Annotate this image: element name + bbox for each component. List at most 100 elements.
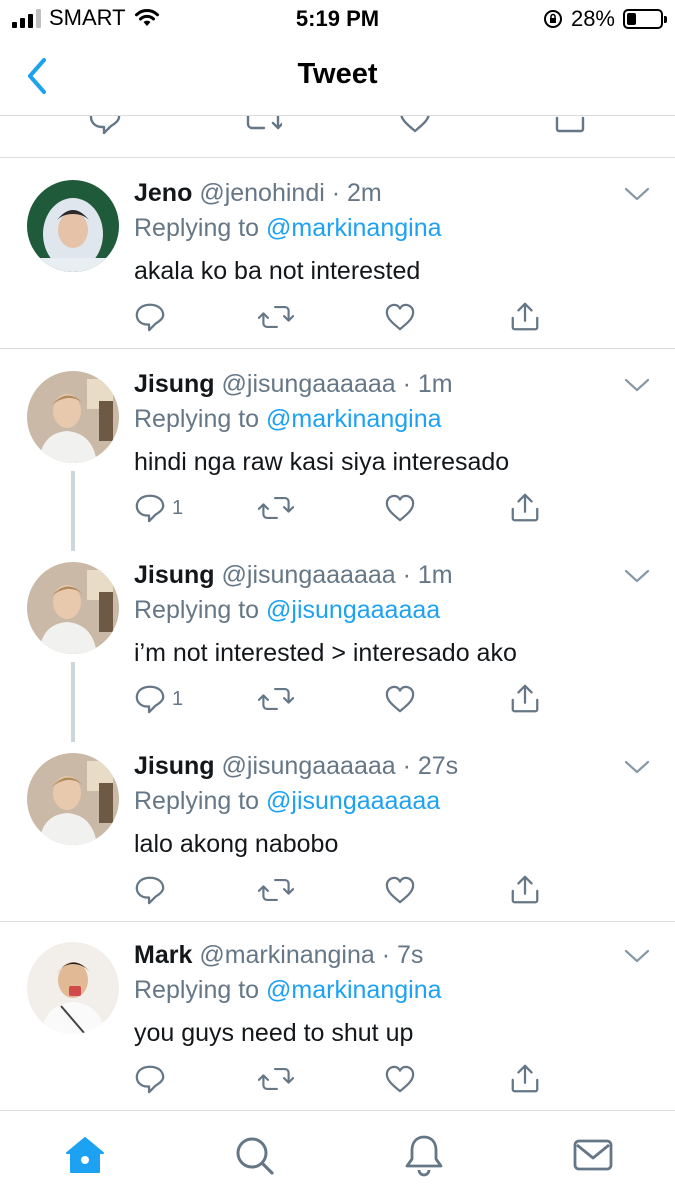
like-icon[interactable] <box>398 116 432 134</box>
share-icon <box>511 875 539 904</box>
replying-to: Replying to @markinangina <box>134 214 442 243</box>
dot-separator: · <box>395 370 418 398</box>
author-name[interactable]: Jisung <box>134 752 215 780</box>
tweet-time: 1m <box>417 370 453 398</box>
reply-button[interactable]: 1 <box>134 490 183 526</box>
nav-bar: Tweet <box>0 38 675 116</box>
author-name[interactable]: Jeno <box>134 179 192 207</box>
avatar[interactable] <box>27 562 119 654</box>
tweet-item[interactable]: Jeno @jenohindi · 2m Replying to @markin… <box>0 158 675 349</box>
chevron-down-icon[interactable] <box>624 759 650 775</box>
reply-button[interactable] <box>134 872 172 908</box>
replying-to: Replying to @jisungaaaaaa <box>134 787 440 816</box>
thread-line <box>71 471 75 551</box>
retweet-button[interactable] <box>258 490 294 526</box>
replying-to: Replying to @markinangina <box>134 405 442 434</box>
avatar[interactable] <box>27 753 119 845</box>
reply-button[interactable]: 1 <box>134 681 183 717</box>
like-button[interactable] <box>384 681 416 717</box>
avatar[interactable] <box>27 371 119 463</box>
reply-icon <box>135 303 165 332</box>
author-name[interactable]: Jisung <box>134 561 215 589</box>
reply-count: 1 <box>172 687 184 710</box>
tab-bar <box>0 1110 675 1200</box>
chevron-down-icon[interactable] <box>624 948 650 964</box>
author-handle[interactable]: @markinangina <box>199 941 374 969</box>
rotation-lock-icon <box>543 10 562 28</box>
mention-link[interactable]: @jisungaaaaaa <box>266 596 440 624</box>
share-button[interactable] <box>509 681 541 717</box>
author-handle[interactable]: @jisungaaaaaa <box>222 752 396 780</box>
replying-prefix: Replying to <box>134 596 260 624</box>
home-icon[interactable] <box>63 1133 107 1177</box>
tweet-item[interactable]: Mark @markinangina · 7s Replying to @mar… <box>0 922 675 1110</box>
share-icon <box>511 1064 539 1093</box>
like-icon <box>385 876 415 904</box>
replying-to: Replying to @markinangina <box>134 976 442 1005</box>
share-button[interactable] <box>509 490 541 526</box>
tweet-actions <box>134 1061 554 1097</box>
tweet-item[interactable]: Jisung @jisungaaaaaa · 1m Replying to @m… <box>0 349 675 551</box>
dot-separator: · <box>395 561 418 589</box>
like-button[interactable] <box>384 299 416 335</box>
status-bar: SMART 5:19 PM 28% <box>0 0 675 38</box>
battery-percent: 28% <box>570 6 615 31</box>
author-name[interactable]: Jisung <box>134 370 215 398</box>
battery-icon <box>623 9 667 29</box>
reply-button[interactable] <box>134 1061 172 1097</box>
notifications-icon[interactable] <box>402 1133 446 1177</box>
tweet-text: akala ko ba not interested <box>134 257 421 285</box>
retweet-icon[interactable] <box>244 116 282 136</box>
tweet-actions <box>134 872 554 908</box>
reply-icon <box>135 494 165 523</box>
share-icon <box>511 684 539 713</box>
replying-prefix: Replying to <box>134 787 260 815</box>
author-handle[interactable]: @jisungaaaaaa <box>222 370 396 398</box>
mention-link[interactable]: @jisungaaaaaa <box>266 787 440 815</box>
tweet-text: i’m not interested > interesado ako <box>134 639 517 667</box>
tweet-actions: 1 <box>134 490 554 526</box>
messages-icon[interactable] <box>571 1133 615 1177</box>
tweet-time: 1m <box>417 561 453 589</box>
avatar[interactable] <box>27 180 119 272</box>
share-icon <box>511 302 539 331</box>
reply-count: 1 <box>172 496 184 519</box>
reply-icon[interactable] <box>88 116 122 136</box>
retweet-button[interactable] <box>258 1061 294 1097</box>
chevron-down-icon[interactable] <box>624 377 650 393</box>
author-name[interactable]: Mark <box>134 941 192 969</box>
reply-icon <box>135 685 165 714</box>
share-button[interactable] <box>509 1061 541 1097</box>
replying-to: Replying to @jisungaaaaaa <box>134 596 440 625</box>
tweet-actions <box>134 299 554 335</box>
chevron-down-icon[interactable] <box>624 568 650 584</box>
author-handle[interactable]: @jisungaaaaaa <box>222 561 396 589</box>
avatar[interactable] <box>27 942 119 1034</box>
reply-button[interactable] <box>134 299 172 335</box>
chevron-down-icon[interactable] <box>624 186 650 202</box>
share-icon[interactable] <box>553 116 587 136</box>
mention-link[interactable]: @markinangina <box>266 405 441 433</box>
like-icon <box>385 303 415 331</box>
tweet-time: 7s <box>397 941 424 969</box>
tweet-item[interactable]: Jisung @jisungaaaaaa · 1m Replying to @j… <box>0 540 675 742</box>
retweet-button[interactable] <box>258 681 294 717</box>
mention-link[interactable]: @markinangina <box>266 214 441 242</box>
replying-prefix: Replying to <box>134 214 260 242</box>
author-handle[interactable]: @jenohindi <box>199 179 324 207</box>
tweet-item[interactable]: Jisung @jisungaaaaaa · 27s Replying to @… <box>0 731 675 922</box>
retweet-button[interactable] <box>258 872 294 908</box>
replying-prefix: Replying to <box>134 976 260 1004</box>
previous-tweet-actions <box>0 116 675 158</box>
mention-link[interactable]: @markinangina <box>266 976 441 1004</box>
like-button[interactable] <box>384 490 416 526</box>
retweet-icon <box>258 688 294 710</box>
like-icon <box>385 685 415 713</box>
like-button[interactable] <box>384 872 416 908</box>
like-button[interactable] <box>384 1061 416 1097</box>
share-button[interactable] <box>509 872 541 908</box>
dot-separator: · <box>374 941 398 969</box>
retweet-button[interactable] <box>258 299 294 335</box>
share-button[interactable] <box>509 299 541 335</box>
search-icon[interactable] <box>232 1133 276 1177</box>
